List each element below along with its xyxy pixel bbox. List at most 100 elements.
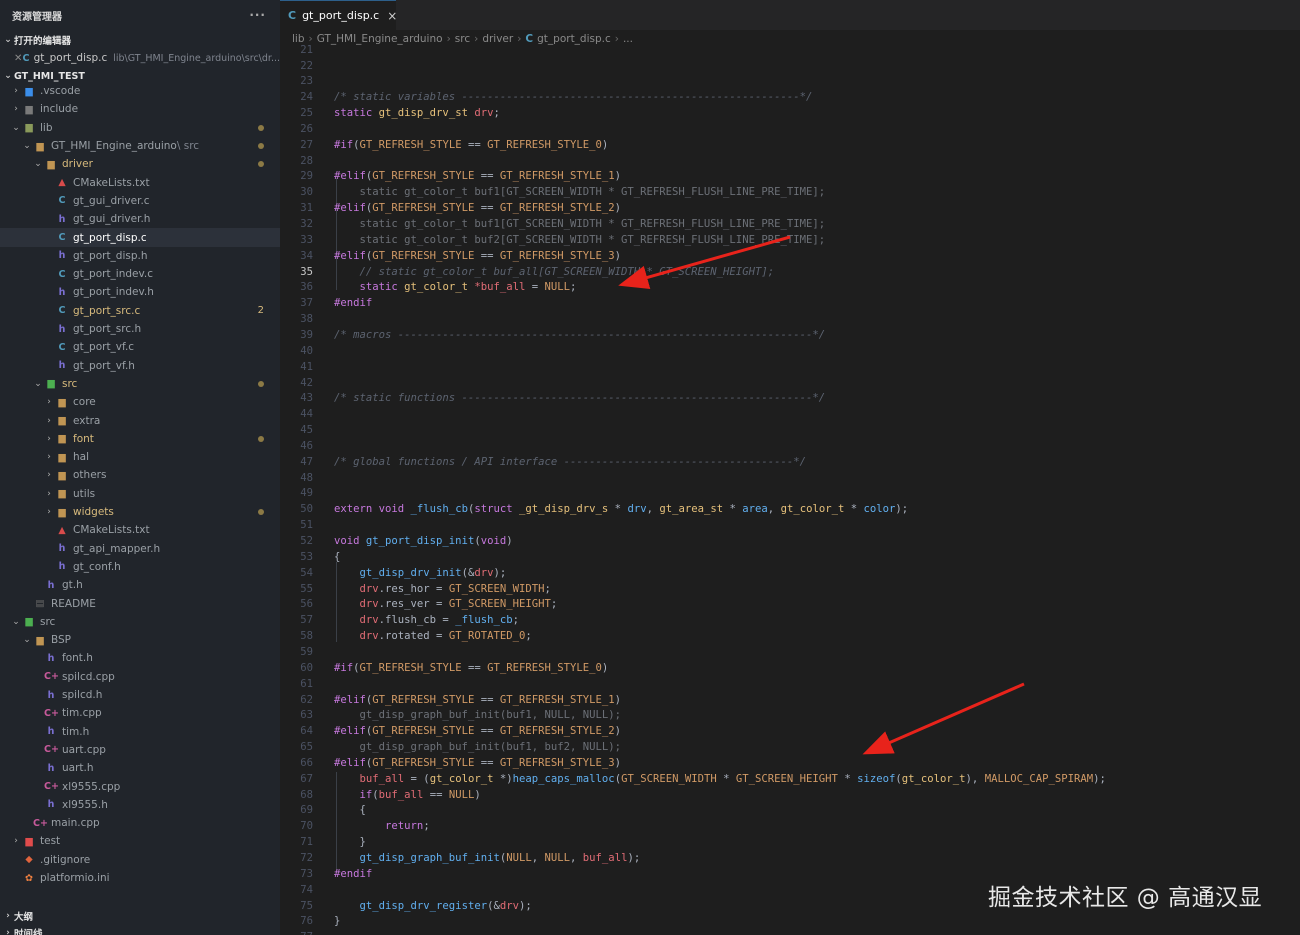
code-token: ) xyxy=(614,693,622,706)
code-token: *buf_all xyxy=(474,281,526,294)
tree-item[interactable]: ▲ CMakeLists.txt xyxy=(0,521,280,539)
tree-item[interactable]: C+ xl9555.cpp xyxy=(0,777,280,795)
tree-item[interactable]: h gt.h xyxy=(0,576,280,594)
outline-title: 大纲 xyxy=(14,912,34,923)
tree-item[interactable]: ✿ platformio.ini xyxy=(0,869,280,887)
modified-dot-icon xyxy=(258,161,264,168)
tree-item[interactable]: ▲ CMakeLists.txt xyxy=(0,174,280,192)
breadcrumb-item[interactable]: GT_HMI_Engine_arduino xyxy=(317,33,443,45)
breadcrumb-item[interactable]: ... xyxy=(623,33,633,45)
tree-item[interactable]: h uart.h xyxy=(0,759,280,777)
tree-item[interactable]: › ▆ hal xyxy=(0,448,280,466)
chevron-down-icon[interactable]: ⌄ xyxy=(10,123,22,133)
code-editor[interactable]: 21 22 23 24 /* static variables ------------… xyxy=(280,44,1300,935)
close-icon[interactable]: × xyxy=(387,9,397,23)
tree-item[interactable]: Cgt_port_disp.c xyxy=(0,228,280,247)
code-text: // static gt_color_t buf_all[GT_SCREEN_W… xyxy=(334,265,775,281)
tree-item[interactable]: h gt_port_disp.h xyxy=(0,247,280,265)
tree-item[interactable]: C+ uart.cpp xyxy=(0,741,280,759)
code-token: == xyxy=(474,693,500,706)
tree-item[interactable]: C+ main.cpp xyxy=(0,814,280,832)
tree-item[interactable]: C+ spilcd.cpp xyxy=(0,668,280,686)
timeline-section[interactable]: › 时间线 xyxy=(0,924,280,935)
tree-item[interactable]: ◆ .gitignore xyxy=(0,851,280,869)
chevron-right-icon[interactable]: › xyxy=(10,86,22,96)
close-icon[interactable]: ✕ xyxy=(14,53,22,64)
h-file-icon: h xyxy=(58,360,66,372)
tab-gt-port-disp[interactable]: C gt_port_disp.c × xyxy=(280,0,397,30)
tree-item[interactable]: Cgt_port_src.c 2 xyxy=(0,302,280,320)
code-token: drv xyxy=(359,582,379,595)
tree-item[interactable]: h gt_port_src.h xyxy=(0,320,280,338)
tree-item[interactable]: › ▆ .vscode xyxy=(0,82,280,100)
tree-item-label: main.cpp xyxy=(51,817,100,830)
tree-item[interactable]: › ▆ core xyxy=(0,393,280,411)
chevron-down-icon[interactable]: ⌄ xyxy=(10,617,22,627)
tree-item[interactable]: › ▆ utils xyxy=(0,485,280,503)
tree-item-label: GT_HMI_Engine_arduino xyxy=(51,140,177,153)
tree-item[interactable]: › ▆ include xyxy=(0,100,280,118)
chevron-down-icon[interactable]: ⌄ xyxy=(21,635,33,645)
h-file-icon: h xyxy=(47,726,55,738)
breadcrumb-item[interactable]: gt_port_disp.c xyxy=(537,33,611,45)
tree-item[interactable]: › ▆ widgets xyxy=(0,503,280,521)
chevron-right-icon[interactable]: › xyxy=(43,489,55,499)
tree-item[interactable]: ⌄ ▆ src xyxy=(0,613,280,631)
chevron-right-icon[interactable]: › xyxy=(43,434,55,444)
breadcrumb-item[interactable]: driver xyxy=(482,33,513,45)
code-token: * xyxy=(729,503,743,516)
tree-item[interactable]: h font.h xyxy=(0,649,280,667)
tree-item[interactable]: ⌄ ▆ lib xyxy=(0,119,280,137)
tree-item[interactable]: ▤ README xyxy=(0,594,280,612)
chevron-right-icon[interactable]: › xyxy=(43,397,55,407)
chevron-down-icon[interactable]: ⌄ xyxy=(21,141,33,151)
tree-item[interactable]: h gt_port_vf.h xyxy=(0,357,280,375)
more-actions-icon[interactable]: ··· xyxy=(249,8,266,22)
tree-item[interactable]: › ▆ font xyxy=(0,430,280,448)
tree-item[interactable]: Cgt_port_indev.c xyxy=(0,265,280,283)
chevron-right-icon[interactable]: › xyxy=(10,104,22,114)
folder-icon: ▆ xyxy=(58,451,66,463)
tree-item[interactable]: h tim.h xyxy=(0,723,280,741)
code-token: drv xyxy=(474,107,494,120)
code-token: return xyxy=(385,820,424,833)
tree-item[interactable]: h gt_port_indev.h xyxy=(0,283,280,301)
tree-item[interactable]: C+ tim.cpp xyxy=(0,704,280,722)
tree-item[interactable]: ⌄ ▆ GT_HMI_Engine_arduino \ src xyxy=(0,137,280,155)
folder-icon: ▆ xyxy=(58,488,66,500)
code-token: #elif xyxy=(334,249,366,262)
tree-item[interactable]: › ▆ test xyxy=(0,832,280,850)
chevron-right-icon[interactable]: › xyxy=(43,470,55,480)
code-token: buf_all xyxy=(582,852,628,864)
code-token: , xyxy=(531,852,545,864)
tree-item[interactable]: ⌄ ▆ BSP xyxy=(0,631,280,649)
tree-item[interactable]: h gt_api_mapper.h xyxy=(0,540,280,558)
problem-count-badge: 2 xyxy=(257,305,264,317)
tree-item[interactable]: h gt_gui_driver.h xyxy=(0,210,280,228)
c-file-icon: C xyxy=(58,232,66,244)
chevron-right-icon[interactable]: › xyxy=(10,836,22,846)
chevron-down-icon[interactable]: ⌄ xyxy=(32,379,44,389)
tree-item[interactable]: h gt_conf.h xyxy=(0,558,280,576)
tree-item[interactable]: h spilcd.h xyxy=(0,686,280,704)
open-editors-section[interactable]: ⌄ 打开的编辑器 xyxy=(0,31,280,49)
tree-item[interactable]: Cgt_port_vf.c xyxy=(0,338,280,356)
open-editor-item[interactable]: ✕ C gt_port_disp.c lib\GT_HMI_Engine_ard… xyxy=(0,49,280,67)
chevron-right-icon[interactable]: › xyxy=(43,507,55,517)
tree-item[interactable]: ⌄ ▆ src xyxy=(0,375,280,393)
chevron-right-icon[interactable]: › xyxy=(43,452,55,462)
code-text: gt_disp_drv_register(&drv); xyxy=(334,899,532,915)
code-text: /* macros ------------------------------… xyxy=(334,328,825,344)
line-number: 41 xyxy=(300,360,313,373)
tree-item[interactable]: ⌄ ▆ driver xyxy=(0,155,280,173)
breadcrumb-item[interactable]: src xyxy=(455,33,470,45)
chevron-right-icon[interactable]: › xyxy=(43,416,55,426)
tree-item[interactable]: › ▆ extra xyxy=(0,411,280,429)
tree-item[interactable]: › ▆ others xyxy=(0,466,280,484)
tree-item[interactable]: Cgt_gui_driver.c xyxy=(0,192,280,210)
tree-item[interactable]: h xl9555.h xyxy=(0,796,280,814)
outline-section[interactable]: › 大纲 xyxy=(0,907,280,925)
chevron-down-icon[interactable]: ⌄ xyxy=(32,159,44,169)
